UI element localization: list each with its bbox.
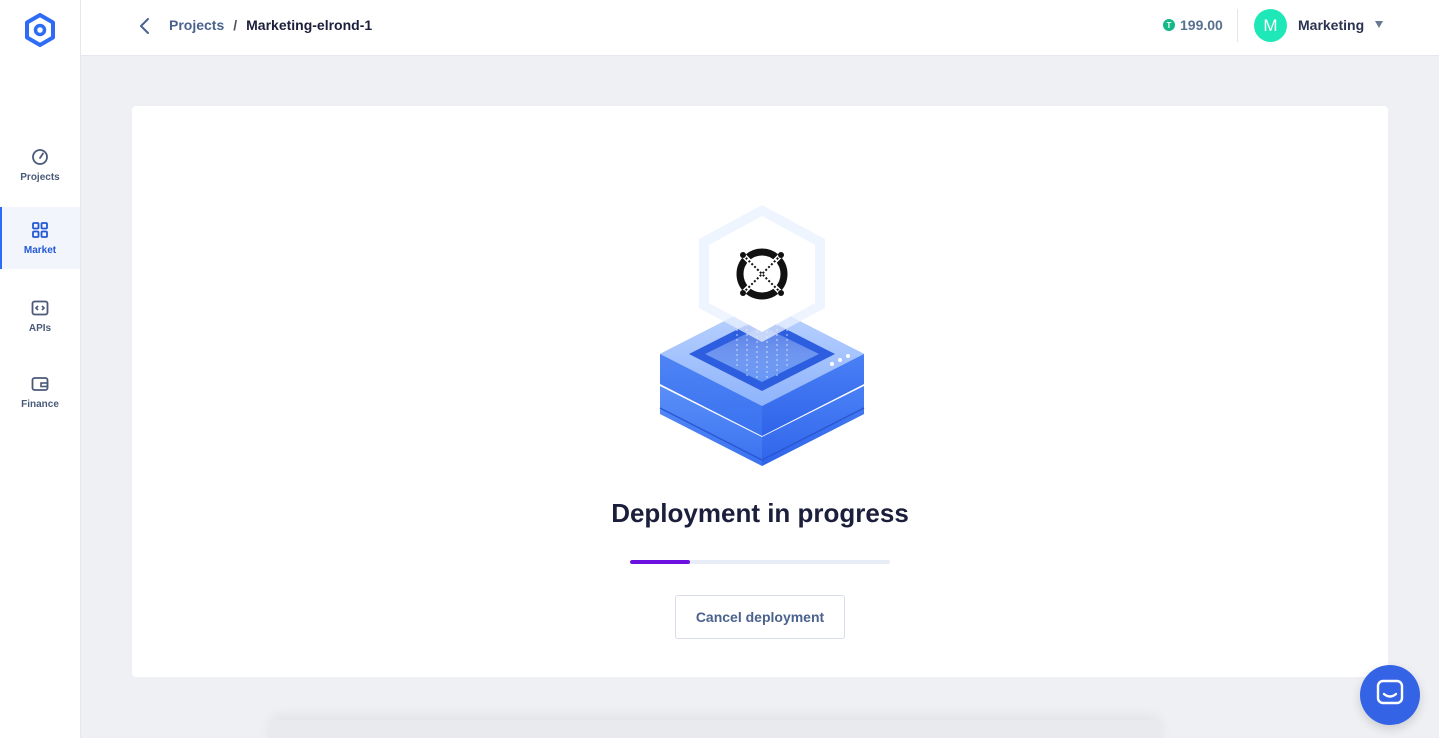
sidebar-item-apis[interactable]: APIs (0, 285, 80, 347)
back-arrow-icon[interactable] (135, 14, 155, 38)
chat-icon (1375, 678, 1405, 713)
breadcrumb-link-projects[interactable]: Projects (169, 17, 224, 33)
bottom-panel (270, 720, 1160, 738)
breadcrumb: Projects / Marketing-elrond-1 (169, 17, 372, 33)
chat-launcher-button[interactable] (1360, 665, 1420, 725)
breadcrumb-current: Marketing-elrond-1 (246, 17, 373, 33)
header-divider (1237, 9, 1238, 42)
avatar[interactable]: M (1254, 9, 1287, 42)
cancel-deployment-button[interactable]: Cancel deployment (675, 595, 845, 639)
sidebar-item-label: Finance (21, 399, 59, 410)
balance-value: 199.00 (1180, 17, 1223, 33)
code-icon (30, 298, 50, 318)
sidebar-item-market[interactable]: Market (0, 207, 80, 269)
sidebar-item-label: Market (23, 245, 57, 256)
token-coin-icon: T (1163, 19, 1175, 31)
deployment-illustration (657, 204, 867, 469)
deployment-progress-bar (630, 560, 890, 564)
speedometer-icon (30, 147, 50, 167)
wallet-icon (30, 374, 50, 394)
account-name[interactable]: Marketing (1298, 17, 1364, 33)
sidebar-item-label: APIs (28, 323, 52, 334)
app-logo-icon[interactable] (24, 13, 56, 47)
breadcrumb-separator: / (233, 17, 238, 33)
top-header: Projects / Marketing-elrond-1 T 199.00 M… (81, 0, 1439, 56)
balance-display: T 199.00 (1163, 17, 1223, 33)
progress-fill (630, 560, 690, 564)
deployment-card: Deployment in progress Cancel deployment (132, 106, 1388, 677)
sidebar-item-label: Projects (20, 172, 60, 183)
sidebar: Projects Market APIs Finance (0, 0, 81, 738)
sidebar-item-projects[interactable]: Projects (0, 134, 80, 196)
grid-icon (30, 220, 50, 240)
page-title: Deployment in progress (611, 498, 909, 528)
sidebar-item-finance[interactable]: Finance (0, 361, 80, 423)
caret-down-icon[interactable] (1375, 21, 1383, 28)
